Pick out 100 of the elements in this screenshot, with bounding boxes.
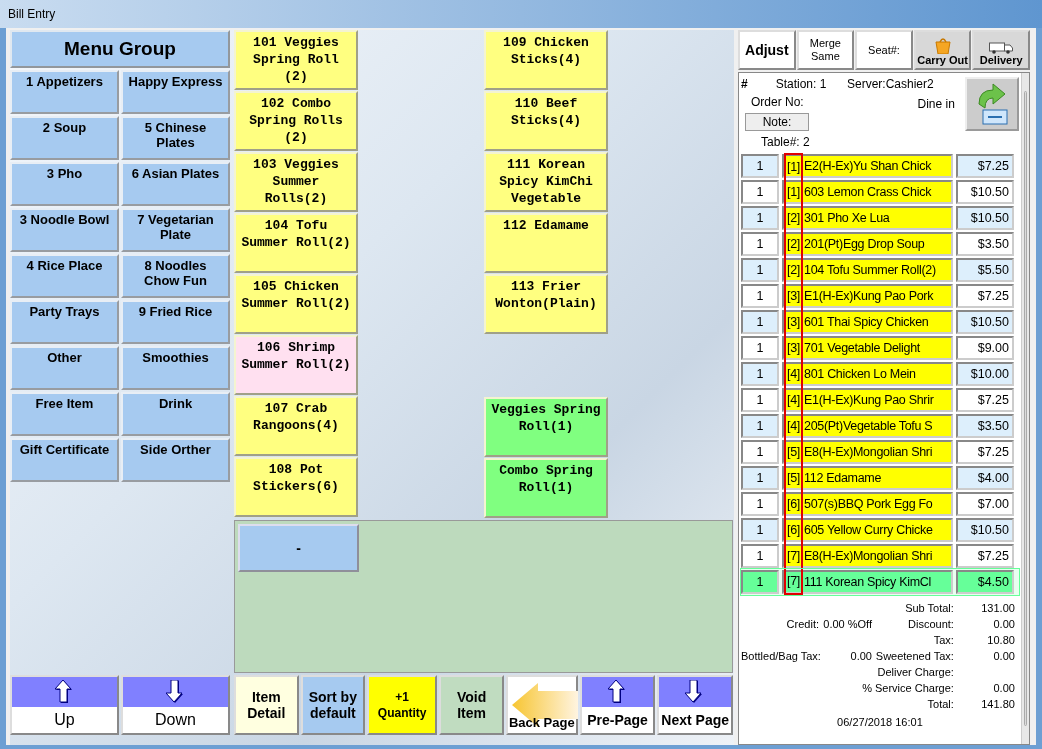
menu-item-button[interactable]: 110 Beef Sticks(4): [484, 91, 608, 151]
toolbar-button[interactable]: Void Item: [439, 675, 504, 735]
next-page-button[interactable]: Next Page: [657, 675, 733, 735]
order-number-label: Order No:: [750, 95, 805, 109]
order-row[interactable]: 1 [2] 104 Tofu Summer Roll(2) $5.50: [741, 257, 1019, 283]
menu-item-button[interactable]: 108 Pot Stickers(6): [234, 457, 358, 517]
down-button[interactable]: Down: [121, 675, 230, 735]
order-row[interactable]: 1 [3] 601 Thai Spicy Chicken $10.50: [741, 309, 1019, 335]
order-action-button[interactable]: Adjust: [738, 30, 796, 70]
total-value: 10.80: [986, 633, 1015, 648]
menu-item-button[interactable]: 101 Veggies Spring Roll (2): [234, 30, 358, 90]
item-name: E2(H-Ex)Yu Shan Chick: [803, 158, 932, 175]
price-cell: $10.50: [956, 180, 1014, 204]
transfer-button[interactable]: [964, 77, 1019, 131]
item-name: E8(H-Ex)Mongolian Shri: [803, 444, 933, 461]
order-action-button[interactable]: Delivery: [972, 30, 1030, 70]
menu-item-button[interactable]: 113 Frier Wonton(Plain): [484, 274, 608, 334]
item-name: 201(Pt)Egg Drop Soup: [803, 236, 925, 253]
menu-group-button[interactable]: Free Item: [10, 392, 119, 436]
menu-group-button[interactable]: Smoothies: [121, 346, 230, 390]
menu-group-button[interactable]: 5 Chinese Plates: [121, 116, 230, 160]
quantity-cell: 1: [741, 310, 779, 334]
order-row[interactable]: 1 [6] 507(s)BBQ Pork Egg Fo $7.00: [741, 491, 1019, 517]
menu-item-button[interactable]: 105 Chicken Summer Roll(2): [234, 274, 358, 334]
dine-in-label: Dine in: [917, 97, 956, 111]
scrollbar[interactable]: [1020, 73, 1029, 744]
menu-item-button[interactable]: 104 Tofu Summer Roll(2): [234, 213, 358, 273]
quantity-cell: 1: [741, 492, 779, 516]
price-cell: $3.50: [956, 232, 1014, 256]
date-time: 06/27/2018 16:01: [836, 716, 924, 728]
menu-group-button[interactable]: Drink: [121, 392, 230, 436]
order-row[interactable]: 1 [4] E1(H-Ex)Kung Pao Shrir $7.25: [741, 387, 1019, 413]
item-name: 301 Pho Xe Lua: [803, 210, 890, 227]
menu-group-button[interactable]: Other: [10, 346, 119, 390]
menu-group-button[interactable]: 1 Appetizers: [10, 70, 119, 114]
order-row[interactable]: 1 [3] 701 Vegetable Delight $9.00: [741, 335, 1019, 361]
toolbar-button[interactable]: +1 Quantity: [367, 675, 438, 735]
menu-item-button[interactable]: 111 Korean Spicy KimChi Vegetable: [484, 152, 608, 212]
order-action-button[interactable]: Seat#:: [855, 30, 913, 70]
menu-group-button[interactable]: Gift Certificate: [10, 438, 119, 482]
price-cell: $5.50: [956, 258, 1014, 282]
order-action-button[interactable]: Carry Out: [913, 30, 972, 70]
menu-group-header: Menu Group: [10, 30, 230, 68]
quantity-cell: 1: [741, 362, 779, 386]
up-button[interactable]: Up: [10, 675, 119, 735]
total-value: 0.00: [992, 681, 1015, 696]
menu-group-button[interactable]: Happy Express: [121, 70, 230, 114]
menu-item-button[interactable]: 107 Crab Rangoons(4): [234, 396, 358, 456]
menu-group-button[interactable]: 4 Rice Place: [10, 254, 119, 298]
menu-item-button[interactable]: 103 Veggies Summer Rolls(2): [234, 152, 358, 212]
menu-group-button[interactable]: 2 Soup: [10, 116, 119, 160]
order-row[interactable]: 1 [2] 201(Pt)Egg Drop Soup $3.50: [741, 231, 1019, 257]
order-row[interactable]: 1 [5] E8(H-Ex)Mongolian Shri $7.25: [741, 439, 1019, 465]
note-button[interactable]: Note:: [745, 113, 809, 131]
window-title: Bill Entry: [8, 7, 56, 21]
toolbar-button[interactable]: Sort by default: [300, 675, 366, 735]
order-row[interactable]: 1 [1] 603 Lemon Crass Chick $10.50: [741, 179, 1019, 205]
up-arrow-icon: [54, 680, 75, 704]
menu-group-button[interactable]: Party Trays: [10, 300, 119, 344]
menu-group-button[interactable]: 3 Noodle Bowl: [10, 208, 119, 252]
menu-item-button[interactable]: 109 Chicken Sticks(4): [484, 30, 608, 90]
order-row[interactable]: 1 [1] E2(H-Ex)Yu Shan Chick $7.25: [741, 153, 1019, 179]
previous-page-button[interactable]: Pre-Page: [579, 675, 656, 735]
order-row[interactable]: 1 [5] 112 Edamame $4.00: [741, 465, 1019, 491]
order-row[interactable]: 1 [2] 301 Pho Xe Lua $10.50: [741, 205, 1019, 231]
menu-group-button[interactable]: 6 Asian Plates: [121, 162, 230, 206]
total-label: Deliver Charge:: [876, 665, 954, 680]
dash-button[interactable]: -: [238, 524, 359, 572]
menu-group-button[interactable]: Side Orther: [121, 438, 230, 482]
down-arrow-icon: [165, 680, 186, 704]
order-action-button[interactable]: Merge Same: [796, 30, 855, 70]
order-row[interactable]: 1 [3] E1(H-Ex)Kung Pao Pork $7.25: [741, 283, 1019, 309]
total-label: Total:: [926, 697, 954, 712]
quantity-cell: 1: [741, 232, 779, 256]
total-value: 131.00: [980, 601, 1015, 616]
order-row[interactable]: 1 [4] 205(Pt)Vegetable Tofu S $3.50: [741, 413, 1019, 439]
item-name: 104 Tofu Summer Roll(2): [803, 262, 936, 279]
truck-icon: [989, 42, 1014, 54]
menu-group-button[interactable]: 9 Fried Rice: [121, 300, 230, 344]
selected-order-row[interactable]: 1 [7] 111 Korean Spicy KimCl $4.50: [741, 569, 1019, 595]
total-value: 141.80: [980, 697, 1015, 712]
order-row[interactable]: 1 [4] 801 Chicken Lo Mein $10.00: [741, 361, 1019, 387]
menu-group-button[interactable]: 8 Noodles Chow Fun: [121, 254, 230, 298]
menu-item-button[interactable]: 112 Edamame: [484, 213, 608, 273]
toolbar-button[interactable]: Item Detail: [234, 675, 299, 735]
quantity-cell: 1: [741, 154, 779, 178]
total-value: %: [861, 681, 872, 696]
item-name: 801 Chicken Lo Mein: [803, 366, 916, 383]
item-name: 205(Pt)Vegetable Tofu S: [803, 418, 933, 435]
menu-group-button[interactable]: 3 Pho: [10, 162, 119, 206]
menu-item-button[interactable]: 102 Combo Spring Rolls (2): [234, 91, 358, 151]
menu-group-button[interactable]: 7 Vegetarian Plate: [121, 208, 230, 252]
order-row[interactable]: 1 [6] 605 Yellow Curry Chicke $10.50: [741, 517, 1019, 543]
menu-item-button[interactable]: 106 Shrimp Summer Roll(2): [234, 335, 358, 395]
bag-icon: [932, 36, 953, 54]
combo-item-button[interactable]: Combo Spring Roll(1): [484, 458, 608, 518]
combo-item-button[interactable]: Veggies Spring Roll(1): [484, 397, 608, 457]
back-page-button[interactable]: Back Page: [505, 675, 578, 735]
total-label: Tax:: [932, 633, 954, 648]
price-cell: $7.25: [956, 388, 1014, 412]
